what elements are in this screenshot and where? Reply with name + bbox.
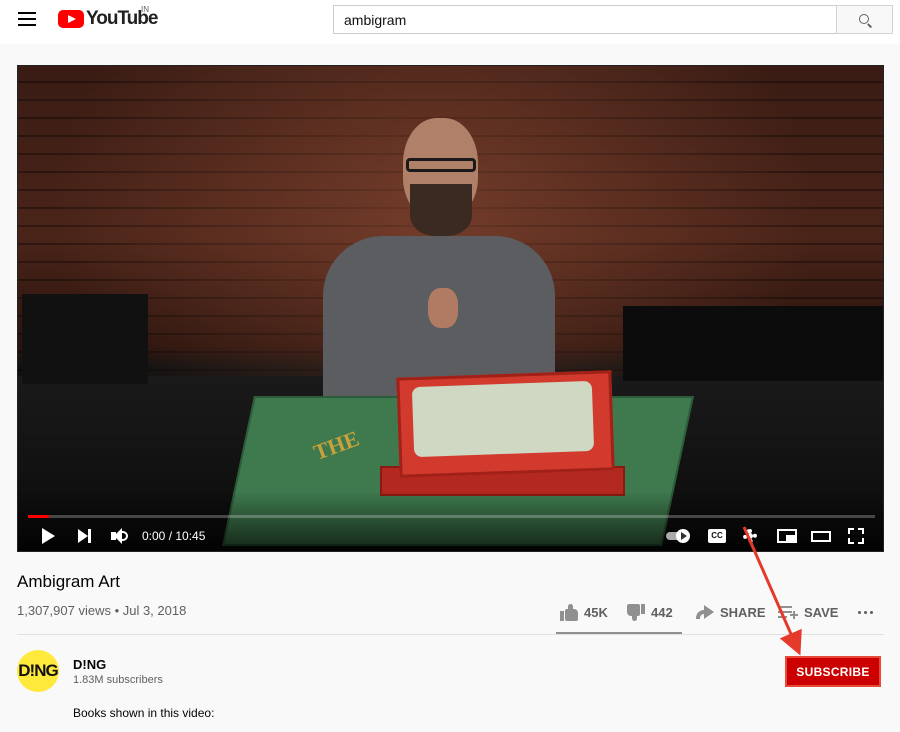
like-count: 45K — [584, 604, 608, 620]
masthead: YouTube IN ambigram — [0, 0, 900, 44]
save-button[interactable]: SAVE — [778, 598, 838, 626]
share-label: SHARE — [720, 604, 766, 620]
volume-icon[interactable] — [110, 524, 128, 548]
fullscreen-icon[interactable] — [848, 524, 864, 548]
channel-avatar[interactable]: D!NG — [17, 650, 59, 692]
video-frame: THE — [18, 66, 883, 551]
country-code: IN — [141, 5, 149, 14]
dislike-button[interactable]: 442 — [627, 598, 673, 626]
autoplay-toggle-icon[interactable] — [666, 524, 692, 548]
progress-fill — [28, 515, 50, 518]
like-button[interactable]: 45K — [560, 598, 608, 626]
more-options-button[interactable] — [858, 598, 878, 626]
subscribe-label: SUBSCRIBE — [796, 664, 870, 679]
video-title: Ambigram Art — [17, 572, 120, 591]
captions-icon[interactable]: CC — [708, 524, 726, 548]
miniplayer-icon[interactable] — [777, 524, 797, 548]
dislike-count: 442 — [651, 604, 673, 620]
search-button[interactable] — [836, 5, 893, 34]
search-input[interactable]: ambigram — [333, 5, 837, 34]
thumbs-down-icon — [627, 603, 645, 621]
share-icon — [696, 605, 714, 619]
menu-icon[interactable] — [18, 12, 36, 26]
theater-mode-icon[interactable] — [811, 524, 831, 548]
settings-gear-icon[interactable] — [741, 524, 759, 548]
progress-bar[interactable] — [28, 515, 875, 518]
subscribe-button[interactable]: SUBSCRIBE — [785, 656, 881, 687]
play-icon[interactable] — [40, 524, 56, 548]
video-player[interactable]: THE 0:00 / 10:45 CC — [17, 65, 884, 552]
search-input-value: ambigram — [344, 11, 407, 28]
more-options-icon — [858, 610, 873, 614]
channel-name[interactable]: D!NG — [73, 657, 106, 672]
save-playlist-icon — [778, 605, 798, 619]
time-display: 0:00 / 10:45 — [142, 529, 206, 543]
subscriber-count: 1.83M subscribers — [73, 674, 163, 686]
video-meta: 1,307,907 views • Jul 3, 2018 — [17, 603, 187, 618]
next-icon[interactable] — [77, 524, 93, 548]
avatar-text: D!NG — [18, 661, 58, 680]
divider — [17, 634, 884, 635]
description-text: Books shown in this video: — [73, 706, 215, 720]
thumbs-up-icon — [560, 603, 578, 621]
share-button[interactable]: SHARE — [696, 598, 766, 626]
save-label: SAVE — [804, 604, 839, 620]
youtube-logo-icon — [58, 10, 84, 28]
